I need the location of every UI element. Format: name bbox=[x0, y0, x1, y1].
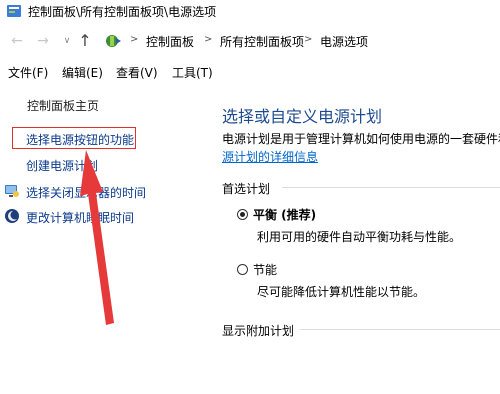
annotation-arrow bbox=[80, 150, 114, 325]
